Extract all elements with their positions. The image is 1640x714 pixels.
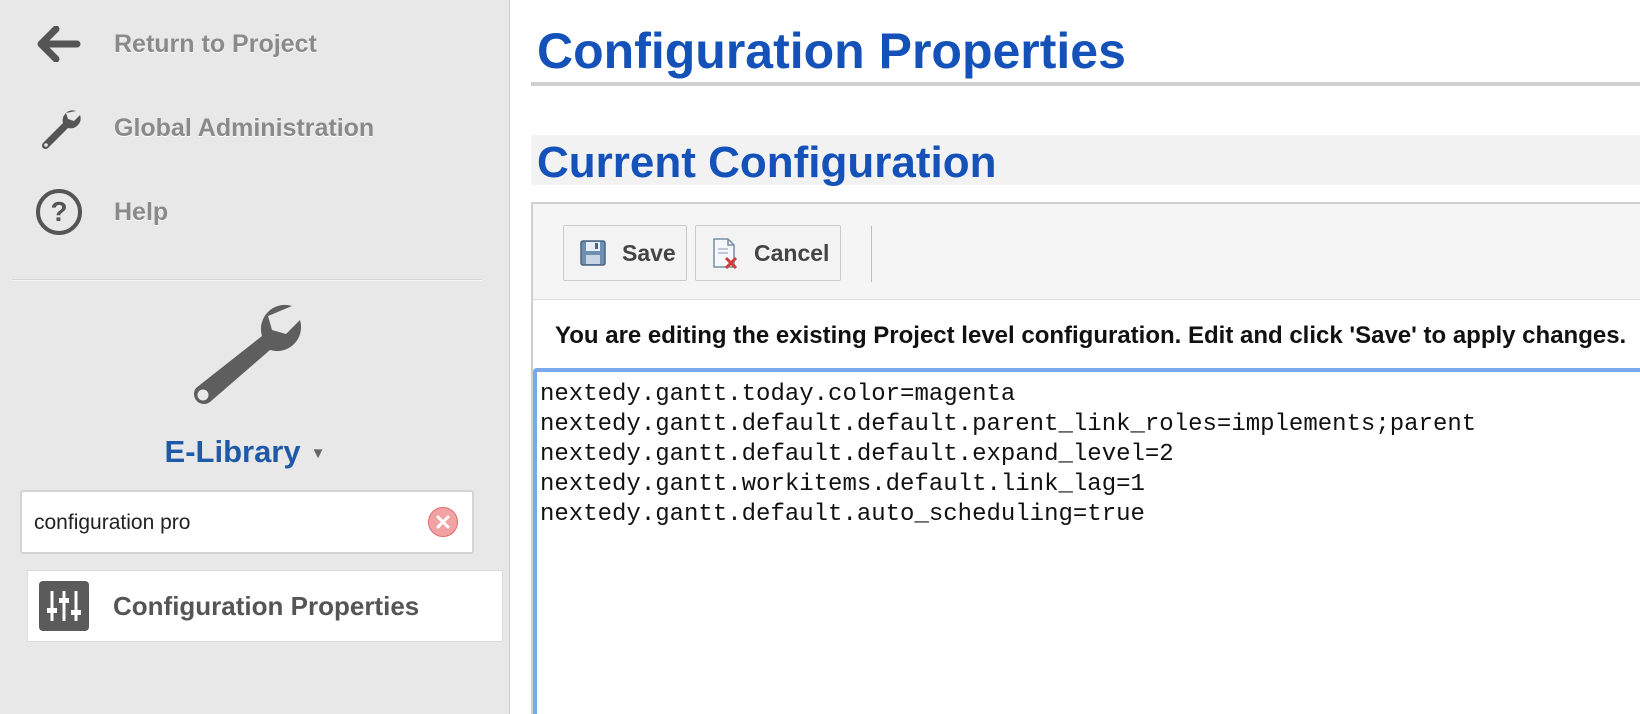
close-icon [436, 515, 450, 529]
nav-label: Return to Project [114, 29, 317, 58]
config-editor: Save Cancel You are editing the existing… [531, 202, 1640, 714]
save-button[interactable]: Save [563, 225, 687, 281]
global-administration-link[interactable]: Global Administration [34, 100, 374, 156]
section-title: Current Configuration [537, 138, 997, 187]
save-label: Save [622, 239, 676, 266]
cancel-label: Cancel [754, 239, 830, 266]
search-result-configuration-properties[interactable]: Configuration Properties [27, 570, 503, 642]
chevron-down-icon: ▼ [310, 445, 326, 463]
clear-search-button[interactable] [428, 507, 458, 537]
main-content: Configuration Properties Current Configu… [510, 0, 1640, 714]
document-cancel-icon [710, 237, 740, 269]
editor-toolbar: Save Cancel [533, 204, 1640, 300]
floppy-disk-icon [578, 237, 608, 269]
nav-label: Help [114, 197, 169, 226]
project-selector[interactable]: E-Library ▼ [0, 434, 490, 470]
sidebar-search [20, 490, 474, 554]
search-input[interactable] [34, 506, 414, 540]
help-link[interactable]: ? Help [34, 184, 168, 240]
sidebar: Return to Project Global Administration … [0, 0, 510, 714]
toolbar-separator [871, 226, 872, 282]
sidebar-divider [12, 279, 482, 281]
project-name: E-Library [164, 434, 301, 469]
title-divider [531, 82, 1640, 86]
sliders-icon [39, 581, 89, 631]
search-result-label: Configuration Properties [113, 590, 420, 621]
nav-label: Global Administration [114, 113, 375, 142]
arrow-left-icon [34, 19, 84, 69]
cancel-button[interactable]: Cancel [695, 225, 841, 281]
svg-text:?: ? [50, 196, 67, 227]
help-icon: ? [34, 187, 84, 237]
config-textarea[interactable]: nextedy.gantt.today.color=magenta nexted… [533, 368, 1640, 714]
project-wrench-icon [186, 300, 310, 416]
editing-info-text: You are editing the existing Project lev… [555, 322, 1627, 349]
page-title: Configuration Properties [537, 23, 1126, 79]
return-to-project-link[interactable]: Return to Project [34, 16, 317, 72]
wrench-icon [34, 103, 84, 153]
